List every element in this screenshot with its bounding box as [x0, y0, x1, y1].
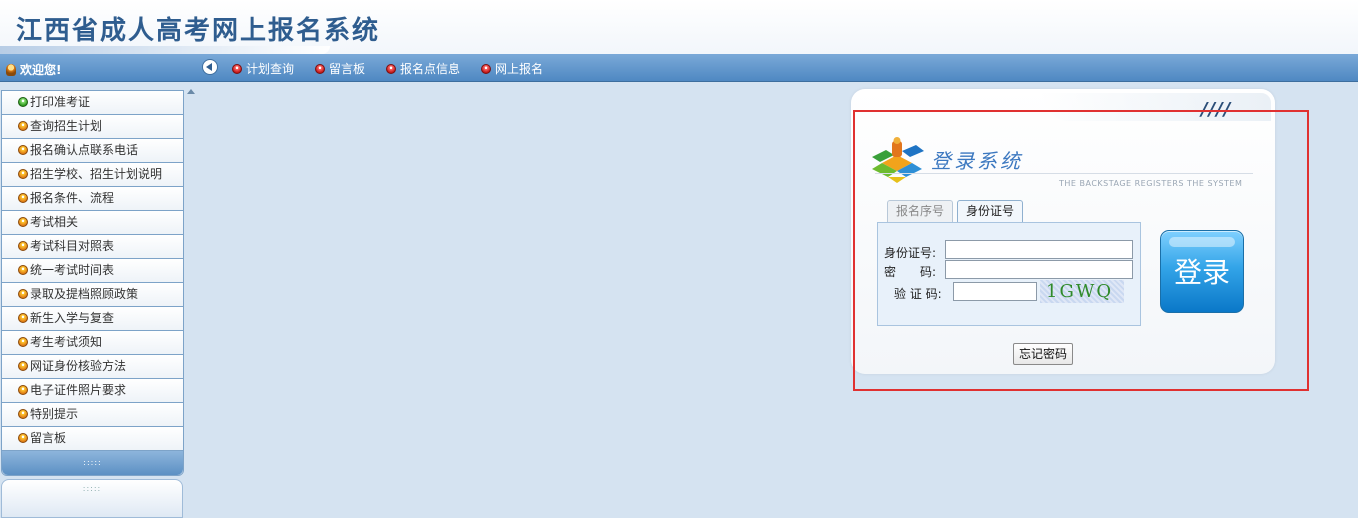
sidebar-menu-footer: :::::: [2, 451, 183, 475]
bullet-icon: [18, 361, 28, 371]
bullet-icon: [18, 217, 28, 227]
bullet-icon: [18, 169, 28, 179]
sidebar-item-schedule[interactable]: 统一考试时间表: [2, 259, 183, 283]
sidebar-item-special-notice[interactable]: 特别提示: [2, 403, 183, 427]
nav-link-site-info[interactable]: 报名点信息: [386, 60, 460, 77]
welcome-text: 欢迎您!: [6, 61, 61, 78]
user-icon: [6, 64, 16, 76]
sidebar-item-label: 留言板: [30, 431, 67, 445]
bullet-icon: [18, 193, 28, 203]
bullet-icon: [18, 265, 28, 275]
bullet-icon: [232, 64, 242, 74]
nav-link-plan-query[interactable]: 计划查询: [232, 60, 294, 77]
bullet-icon: [18, 313, 28, 323]
bullet-icon: [18, 409, 28, 419]
bullet-icon: [18, 97, 28, 107]
sidebar-item-label: 考试相关: [30, 215, 79, 229]
sidebar: 打印准考证 查询招生计划 报名确认点联系电话 招生学校、招生计划说明 报名条件、…: [0, 82, 200, 518]
welcome-label: 欢迎您!: [20, 63, 62, 77]
sidebar-item-label: 查询招生计划: [30, 119, 103, 133]
sidebar-item-label: 电子证件照片要求: [30, 383, 127, 397]
sidebar-menu: 打印准考证 查询招生计划 报名确认点联系电话 招生学校、招生计划说明 报名条件、…: [1, 90, 184, 476]
sidebar-item-label: 打印准考证: [30, 95, 91, 109]
sidebar-item-label: 新生入学与复查: [30, 311, 115, 325]
nav-link-label: 网上报名: [495, 62, 544, 76]
sidebar-item-label: 特别提示: [30, 407, 79, 421]
sidebar-item-label: 招生学校、招生计划说明: [30, 167, 163, 181]
nav-link-online-register[interactable]: 网上报名: [481, 60, 543, 77]
top-nav-bar: 欢迎您! 计划查询 留言板 报名点信息 网上报名: [0, 54, 1358, 82]
sidebar-item-label: 考生考试须知: [30, 335, 103, 349]
sidebar-secondary-panel: :::::: [1, 479, 183, 518]
bullet-icon: [18, 241, 28, 251]
sidebar-item-exam-related[interactable]: 考试相关: [2, 211, 183, 235]
bullet-icon: [18, 433, 28, 443]
sidebar-item-label: 报名条件、流程: [30, 191, 115, 205]
sidebar-item-query-plan[interactable]: 查询招生计划: [2, 115, 183, 139]
bullet-icon: [386, 64, 396, 74]
sidebar-item-school-plan[interactable]: 招生学校、招生计划说明: [2, 163, 183, 187]
header-swoosh: [0, 46, 330, 54]
sidebar-item-conditions[interactable]: 报名条件、流程: [2, 187, 183, 211]
sidebar-item-label: 统一考试时间表: [30, 263, 115, 277]
sidebar-item-print-admission[interactable]: 打印准考证: [2, 91, 183, 115]
bullet-icon: [18, 121, 28, 131]
sidebar-item-subjects[interactable]: 考试科目对照表: [2, 235, 183, 259]
scroll-up-icon[interactable]: [185, 86, 197, 98]
site-title: 江西省成人高考网上报名系统: [16, 16, 381, 46]
sidebar-item-photo-req[interactable]: 电子证件照片要求: [2, 379, 183, 403]
sidebar-item-id-verify[interactable]: 网证身份核验方法: [2, 355, 183, 379]
nav-link-label: 报名点信息: [400, 62, 461, 76]
sidebar-item-contact-phone[interactable]: 报名确认点联系电话: [2, 139, 183, 163]
nav-link-label: 留言板: [329, 62, 366, 76]
sidebar-item-label: 报名确认点联系电话: [30, 143, 139, 157]
nav-link-label: 计划查询: [246, 62, 295, 76]
bullet-icon: [481, 64, 491, 74]
highlight-box: [853, 110, 1309, 391]
sidebar-item-admission-policy[interactable]: 录取及提档照顾政策: [2, 283, 183, 307]
header: 江西省成人高考网上报名系统: [0, 0, 1358, 54]
bullet-icon: [18, 385, 28, 395]
bullet-icon: [18, 145, 28, 155]
bullet-icon: [18, 289, 28, 299]
sidebar-item-label: 录取及提档照顾政策: [30, 287, 139, 301]
sidebar-item-exam-notice[interactable]: 考生考试须知: [2, 331, 183, 355]
collapse-sidebar-icon[interactable]: [202, 59, 218, 75]
bullet-icon: [315, 64, 325, 74]
sidebar-item-enrollment[interactable]: 新生入学与复查: [2, 307, 183, 331]
sidebar-item-label: 考试科目对照表: [30, 239, 115, 253]
sidebar-item-label: 网证身份核验方法: [30, 359, 127, 373]
sidebar-item-message-board[interactable]: 留言板: [2, 427, 183, 451]
nav-link-message-board[interactable]: 留言板: [315, 60, 365, 77]
bullet-icon: [18, 337, 28, 347]
